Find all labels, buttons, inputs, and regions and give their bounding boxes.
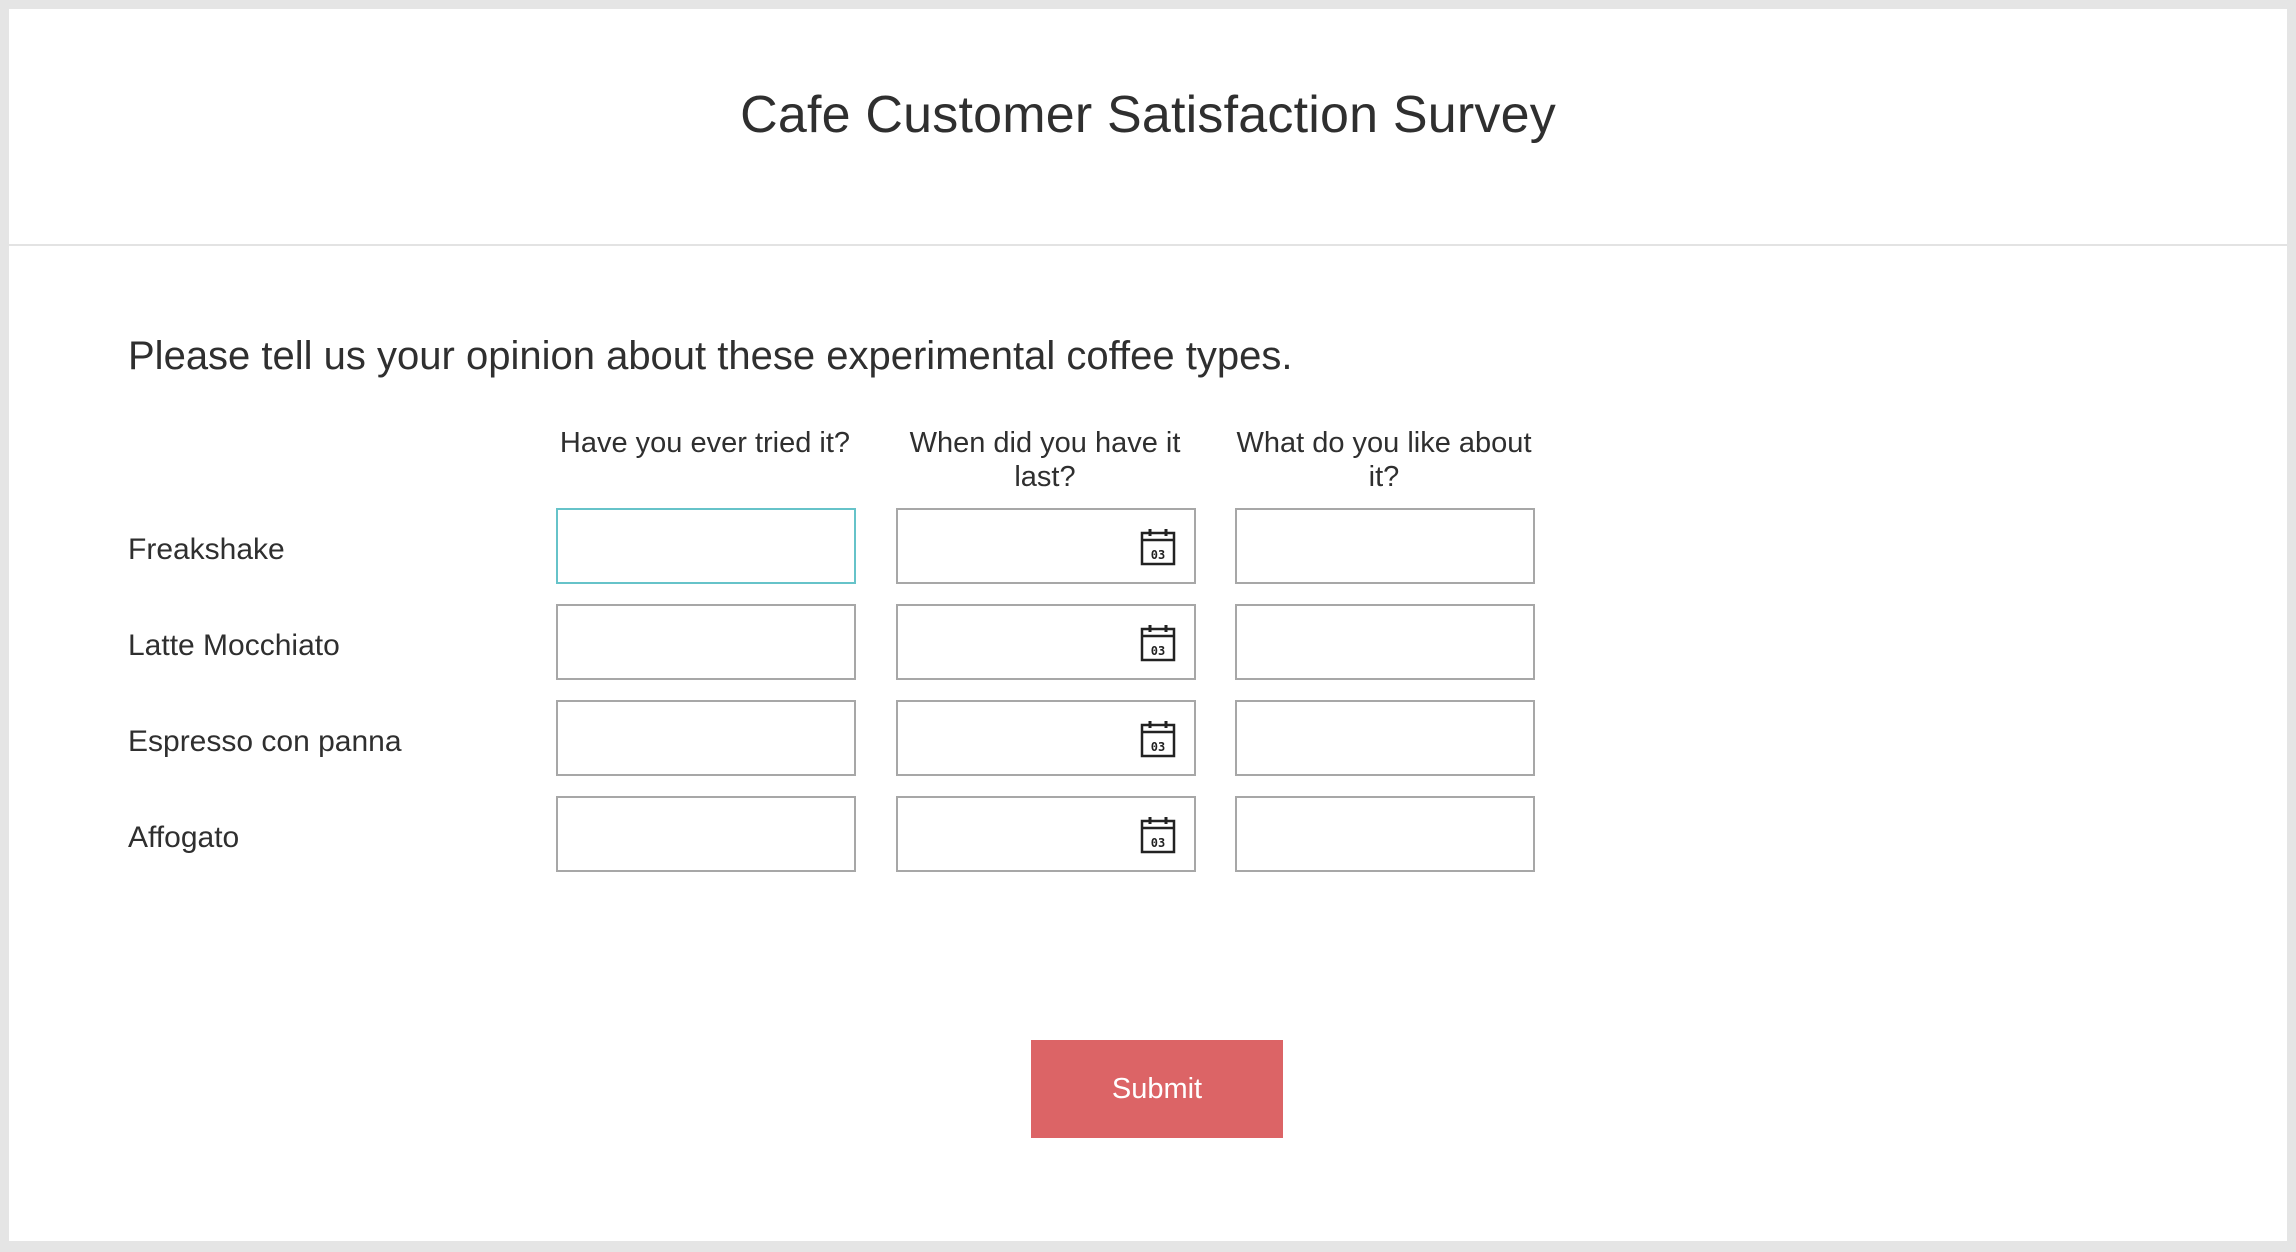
form-header: Cafe Customer Satisfaction Survey <box>9 9 2287 246</box>
freakshake-tried-input[interactable] <box>556 508 856 584</box>
latte-mocchiato-date-input[interactable] <box>910 606 1134 678</box>
submit-button[interactable]: Submit <box>1031 1040 1283 1138</box>
column-header-likes: What do you like about it? <box>1236 427 1532 493</box>
calendar-icon[interactable]: 03 <box>1140 720 1176 758</box>
affogato-tried-input[interactable] <box>556 796 856 872</box>
calendar-icon[interactable]: 03 <box>1140 528 1176 566</box>
espresso-con-panna-tried-input[interactable] <box>556 700 856 776</box>
page-title: Cafe Customer Satisfaction Survey <box>740 85 1556 144</box>
calendar-icon-day: 03 <box>1151 644 1165 658</box>
latte-mocchiato-date-field[interactable]: 03 <box>896 604 1196 680</box>
freakshake-date-field[interactable]: 03 <box>896 508 1196 584</box>
freakshake-date-input[interactable] <box>910 510 1134 582</box>
affogato-date-input[interactable] <box>910 798 1134 870</box>
column-header-last-date: When did you have it last? <box>909 427 1181 493</box>
affogato-likes-input[interactable] <box>1235 796 1535 872</box>
latte-mocchiato-likes-input[interactable] <box>1235 604 1535 680</box>
column-header-tried: Have you ever tried it? <box>559 427 851 459</box>
espresso-con-panna-date-input[interactable] <box>910 702 1134 774</box>
row-label-affogato: Affogato <box>128 821 240 854</box>
calendar-icon-day: 03 <box>1151 548 1165 562</box>
latte-mocchiato-tried-input[interactable] <box>556 604 856 680</box>
calendar-icon[interactable]: 03 <box>1140 624 1176 662</box>
row-label-latte-mocchiato: Latte Mocchiato <box>128 629 340 662</box>
calendar-icon[interactable]: 03 <box>1140 816 1176 854</box>
affogato-date-field[interactable]: 03 <box>896 796 1196 872</box>
freakshake-likes-input[interactable] <box>1235 508 1535 584</box>
espresso-con-panna-likes-input[interactable] <box>1235 700 1535 776</box>
row-label-freakshake: Freakshake <box>128 533 285 566</box>
espresso-con-panna-date-field[interactable]: 03 <box>896 700 1196 776</box>
calendar-icon-day: 03 <box>1151 836 1165 850</box>
calendar-icon-day: 03 <box>1151 740 1165 754</box>
row-label-espresso-con-panna: Espresso con panna <box>128 725 402 758</box>
question-text: Please tell us your opinion about these … <box>128 334 1293 378</box>
survey-card: Cafe Customer Satisfaction Survey Please… <box>9 9 2287 1241</box>
